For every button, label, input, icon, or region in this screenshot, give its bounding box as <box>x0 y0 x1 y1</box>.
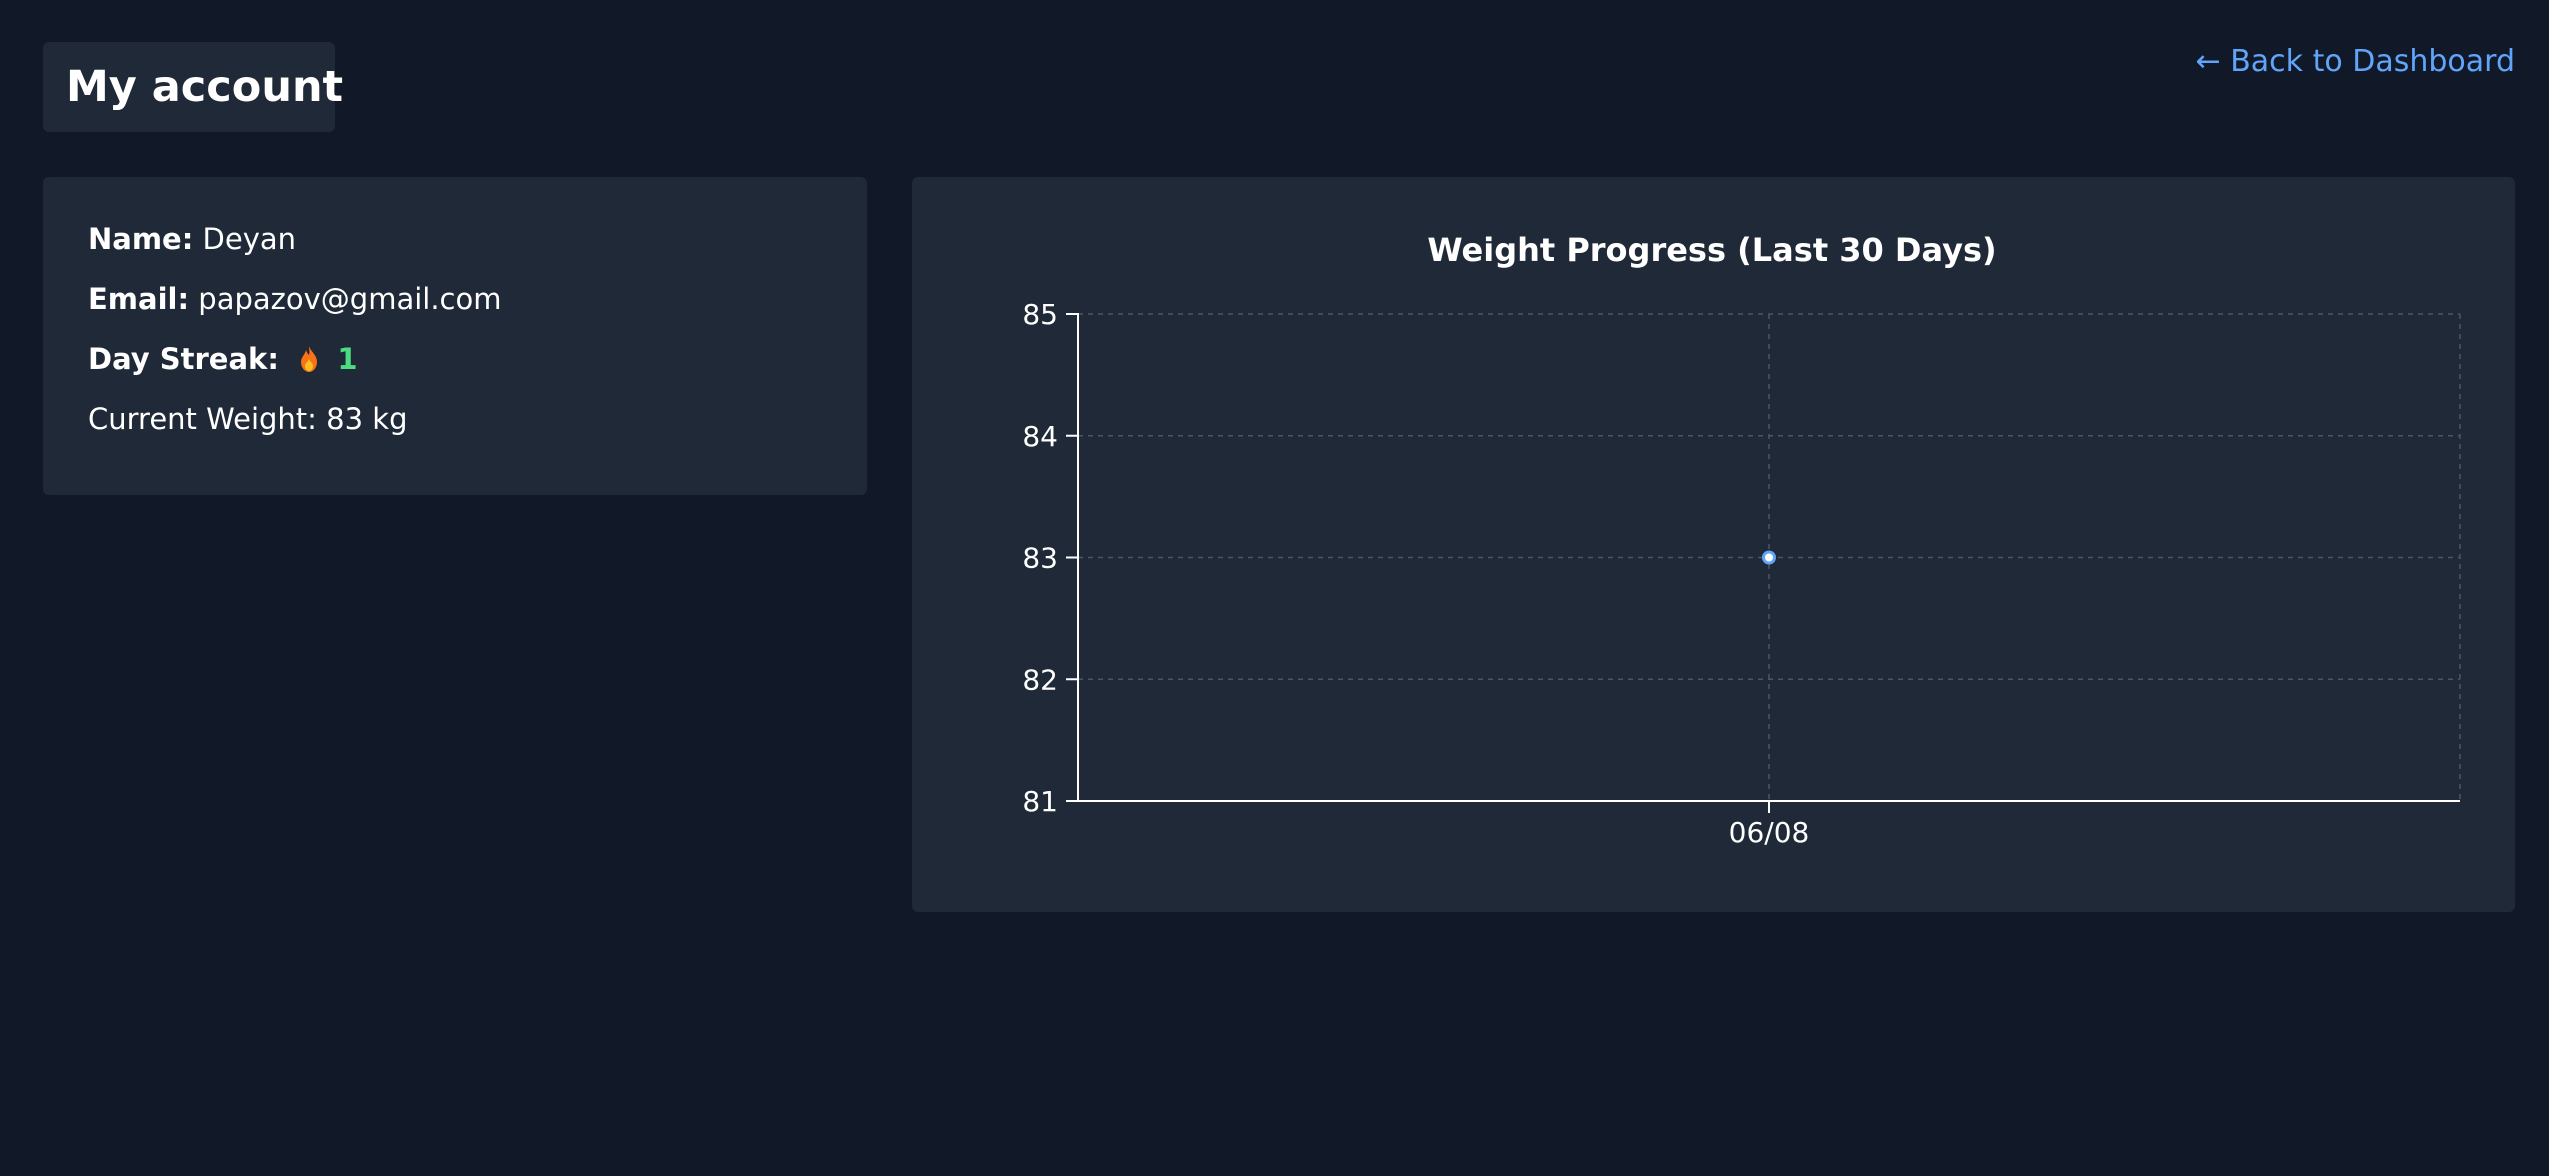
streak-label: Day Streak: <box>88 342 279 376</box>
weight-label: Current Weight: <box>88 402 317 436</box>
page-title: My account <box>43 42 343 132</box>
chart-axes <box>1066 313 2460 813</box>
email-row: Email: papazov@gmail.com <box>88 281 822 317</box>
name-label: Name: <box>88 222 194 256</box>
chart-tick-labels: 81 82 83 84 85 06/08 <box>1022 298 1809 849</box>
weight-chart-card: Weight Progress (Last 30 Days) 81 82 83 84 8… <box>912 177 2515 912</box>
chart-points <box>1762 550 1776 565</box>
y-tick-label: 84 <box>1022 420 1058 453</box>
weight-chart: Weight Progress (Last 30 Days) 818283848… <box>1022 231 2461 849</box>
email-value: papazov@gmail.com <box>198 282 502 316</box>
weight-data-point[interactable] <box>1762 550 1776 565</box>
chart-title: Weight Progress (Last 30 Days) <box>1427 231 1996 269</box>
y-tick-label: 83 <box>1022 542 1058 575</box>
back-to-dashboard-link[interactable]: ← Back to Dashboard <box>2196 44 2515 79</box>
streak-value: 1 <box>337 342 358 376</box>
y-tick-label: 82 <box>1022 663 1058 696</box>
weight-row: Current Weight: 83 kg <box>88 401 822 437</box>
account-info-card: Name: Deyan Email: papazov@gmail.com Day… <box>43 177 867 495</box>
email-label: Email: <box>88 282 190 316</box>
y-tick-label: 85 <box>1022 298 1058 331</box>
name-row: Name: Deyan <box>88 221 822 257</box>
fire-icon <box>301 346 318 372</box>
name-value: Deyan <box>202 222 297 256</box>
y-tick-label: 81 <box>1022 785 1058 818</box>
x-tick-label: 06/08 <box>1729 816 1810 849</box>
weight-value: 83 kg <box>326 402 408 436</box>
streak-row: Day Streak: 1 <box>88 341 822 377</box>
